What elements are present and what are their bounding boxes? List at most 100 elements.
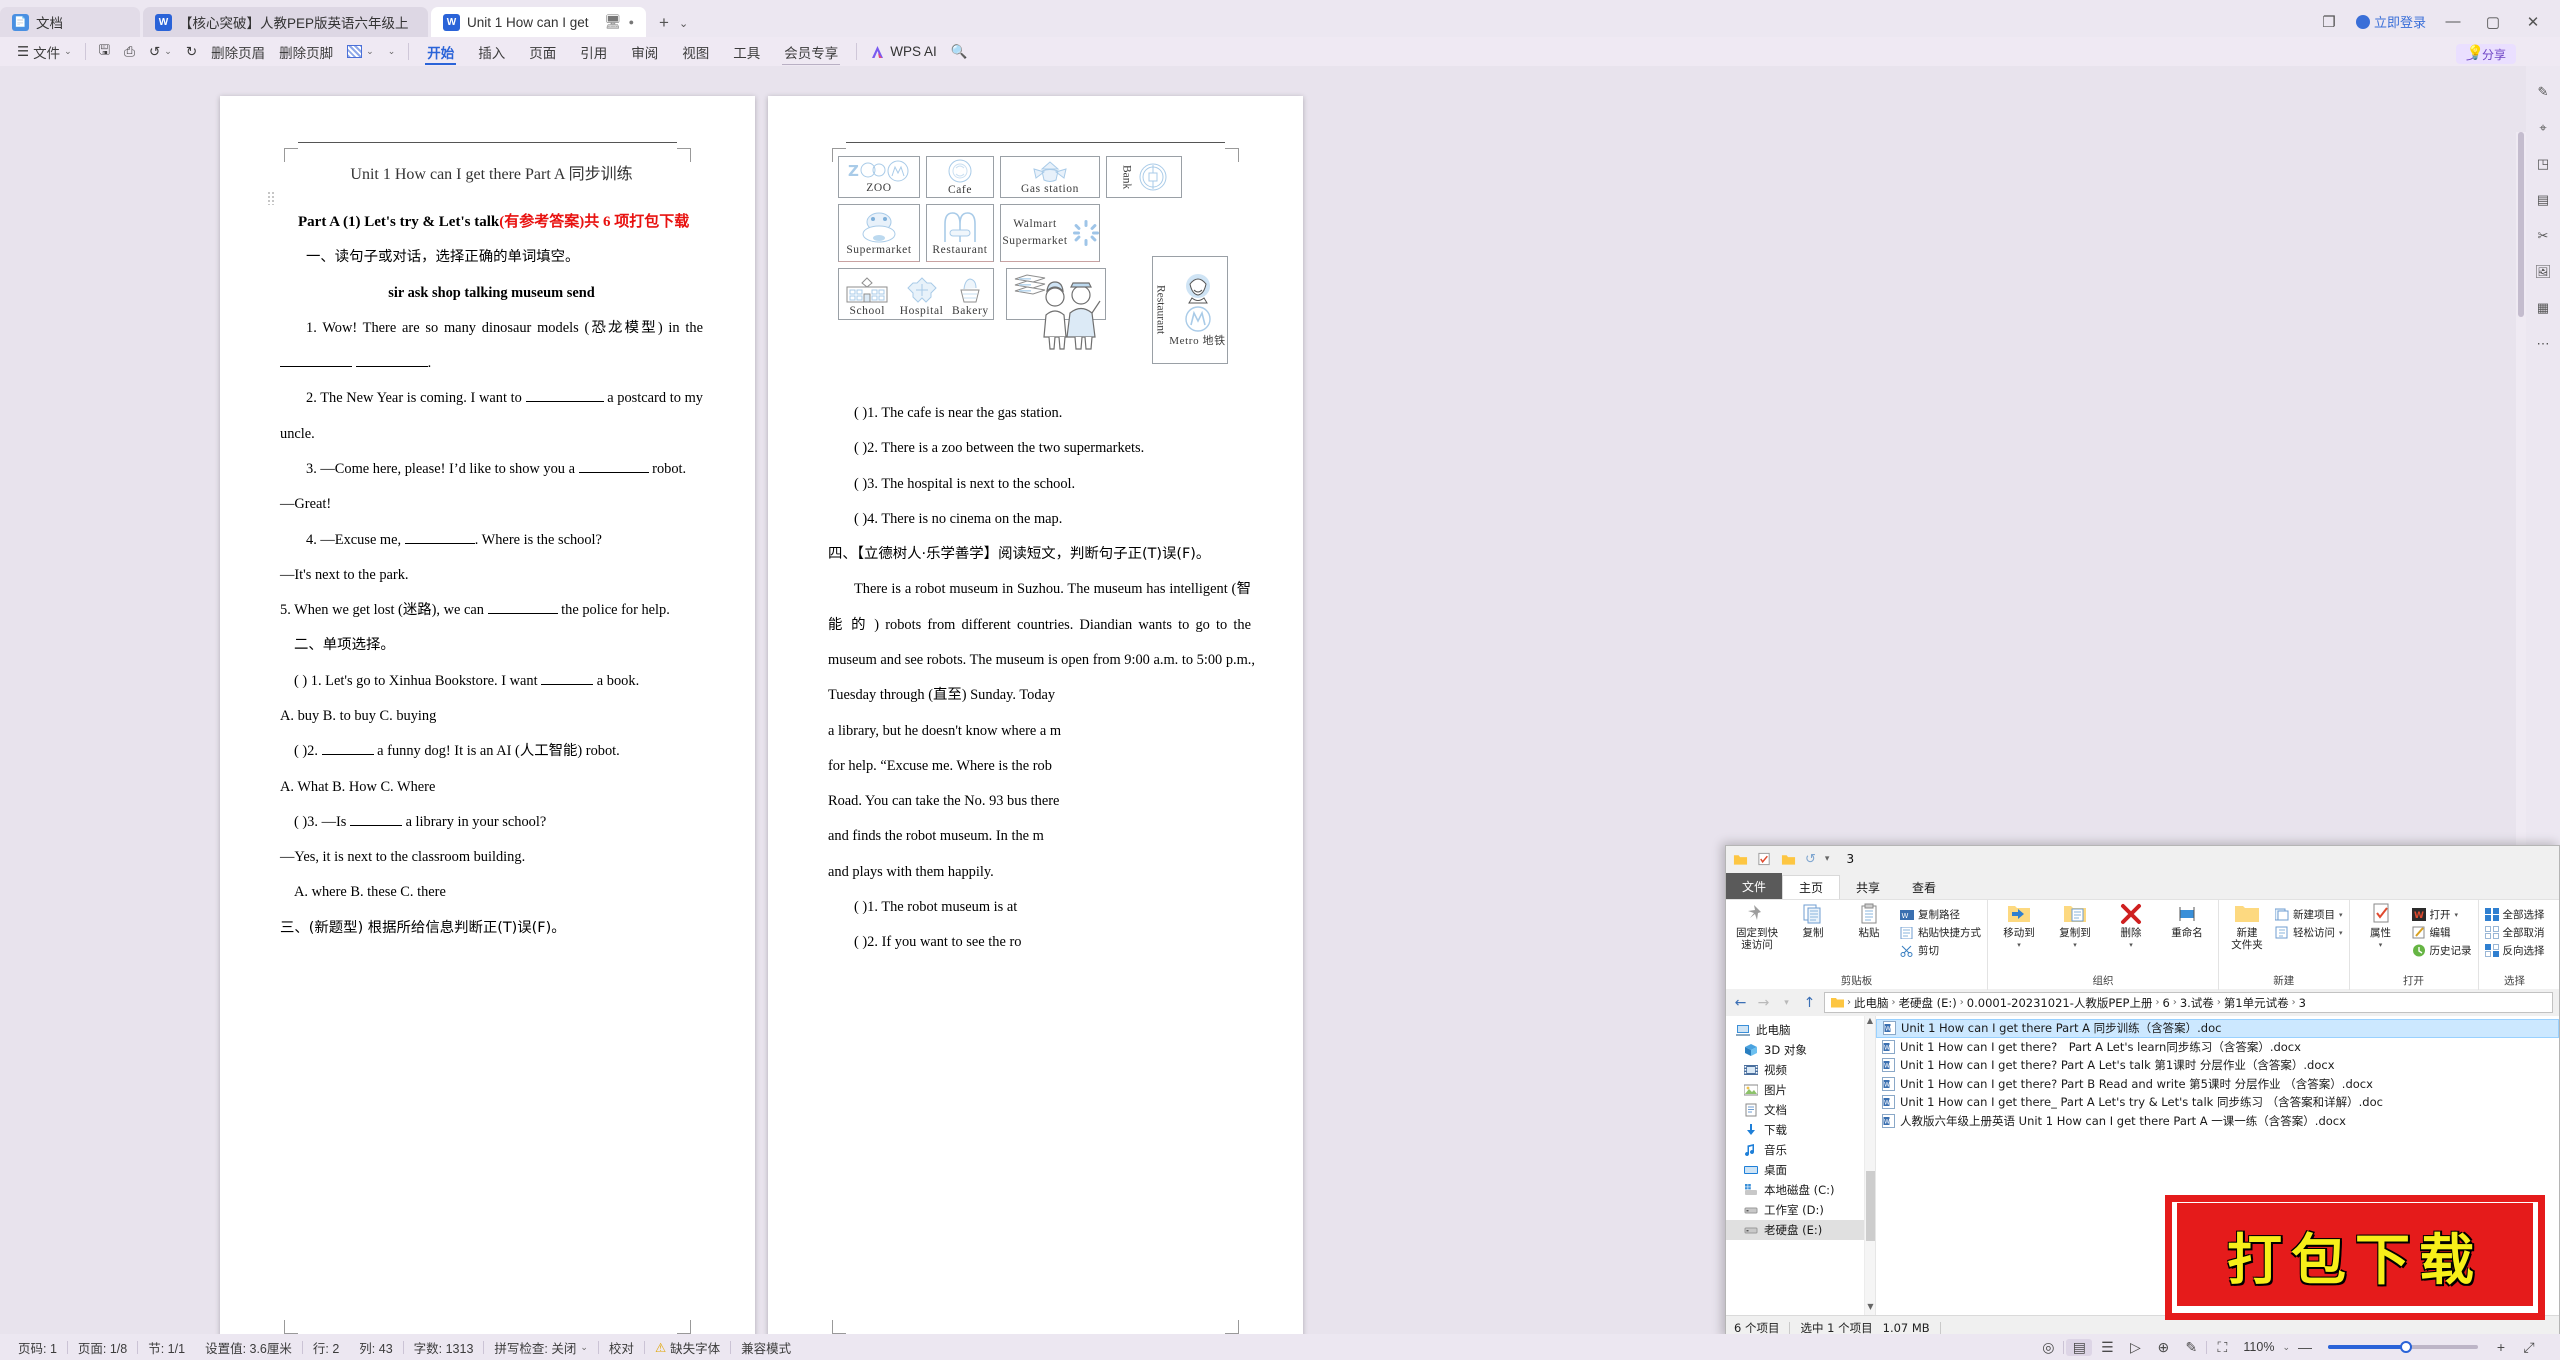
file-list-item[interactable]: W Unit 1 How can I get there? Part B Rea…: [1876, 1075, 2559, 1094]
document-page-left[interactable]: Unit 1 How can I get there Part A 同步训练 P…: [220, 96, 755, 1334]
select-all-button[interactable]: 全部选择: [2484, 907, 2545, 922]
breadcrumb-bar[interactable]: › 此电脑 › 老硬盘 (E:) › 0.0001-20231021-人教版PEP上册…: [1824, 992, 2553, 1013]
chevron-down-icon[interactable]: ▾: [2129, 941, 2133, 949]
nav-item-pictures[interactable]: 图片: [1726, 1080, 1875, 1100]
status-compat-mode[interactable]: 兼容模式: [731, 1338, 801, 1357]
new-tab-button[interactable]: +: [659, 13, 669, 33]
rename-button[interactable]: 重命名: [2162, 903, 2212, 939]
file-list-item[interactable]: W Unit 1 How can I get there_ Part A Let…: [1876, 1093, 2559, 1112]
scissors-icon[interactable]: ✂: [2538, 228, 2549, 244]
minimize-button[interactable]: —: [2440, 13, 2466, 30]
status-section[interactable]: 节: 1/1: [138, 1338, 195, 1357]
breadcrumb-item[interactable]: 第1单元试卷: [2224, 995, 2289, 1011]
explorer-nav-pane[interactable]: 此电脑 3D 对象 视频 图片 文档 下载 音乐 桌面 本地磁盘 (C:) 工作…: [1726, 1016, 1876, 1315]
search-button[interactable]: 🔍: [944, 40, 975, 64]
login-button[interactable]: 立即登录: [2355, 12, 2426, 31]
fullscreen-reading-icon[interactable]: ⛶: [2209, 1339, 2235, 1356]
invert-selection-button[interactable]: 反向选择: [2484, 943, 2545, 958]
delete-header-button[interactable]: 删除页眉: [204, 40, 272, 64]
new-folder-icon[interactable]: [1781, 852, 1796, 866]
properties-button[interactable]: 属性 ▾: [2356, 903, 2406, 949]
outline-view-icon[interactable]: ☰: [2094, 1339, 2120, 1356]
tab-documents-home[interactable]: 📄 文档: [0, 7, 140, 37]
table-icon[interactable]: ▦: [2537, 300, 2549, 316]
file-list-item[interactable]: W Unit 1 How can I get there? Part A Let…: [1876, 1056, 2559, 1075]
tab-list-dropdown[interactable]: ⌄: [679, 17, 688, 30]
eye-icon[interactable]: ◎: [2035, 1339, 2061, 1356]
edit-button[interactable]: 编辑: [2412, 925, 2472, 940]
page-view-icon[interactable]: ▤: [2066, 1338, 2093, 1356]
nav-item-this-pc[interactable]: 此电脑: [1726, 1020, 1875, 1040]
folder-icon[interactable]: [1733, 852, 1748, 866]
nav-item-disk-d[interactable]: 工作室 (D:): [1726, 1200, 1875, 1220]
file-list-item[interactable]: W Unit 1 How can I get there? Part A Let…: [1876, 1038, 2559, 1057]
tips-icon[interactable]: 💡: [2467, 44, 2484, 61]
nav-item-music[interactable]: 音乐: [1726, 1140, 1875, 1160]
status-missing-font[interactable]: ⚠ 缺失字体: [645, 1338, 730, 1357]
paragraph-drag-handle[interactable]: [267, 191, 276, 205]
nav-item-downloads[interactable]: 下载: [1726, 1120, 1875, 1140]
tab-view[interactable]: 视图: [670, 38, 721, 65]
zoom-level[interactable]: 110%: [2243, 1340, 2274, 1354]
chevron-down-icon[interactable]: ⌄: [2282, 1342, 2290, 1353]
nav-item-disk-e[interactable]: 老硬盘 (E:): [1726, 1220, 1875, 1240]
chevron-down-icon[interactable]: ▾: [2073, 941, 2077, 949]
scroll-up-icon[interactable]: ▲: [1865, 1016, 1875, 1029]
web-view-icon[interactable]: ⊕: [2150, 1339, 2176, 1356]
copy-button[interactable]: 复制: [1788, 903, 1838, 939]
share-button[interactable]: ⤴ 分享: [2455, 44, 2516, 64]
tab-tools[interactable]: 工具: [721, 38, 772, 65]
nav-item-videos[interactable]: 视频: [1726, 1060, 1875, 1080]
explorer-tab-home[interactable]: 主页: [1782, 875, 1841, 899]
paste-shortcut-button[interactable]: 粘贴快捷方式: [1900, 925, 1981, 940]
delete-button[interactable]: 删除 ▾: [2106, 903, 2156, 949]
document-page-right[interactable]: Z ZOO Cafe Gas station Bank Supermarket …: [768, 96, 1303, 1334]
tab-core-breakthrough[interactable]: W 【核心突破】人教PEP版英语六年级上: [143, 7, 428, 37]
present-icon[interactable]: ▷: [2122, 1339, 2148, 1356]
breadcrumb-item[interactable]: 6: [2163, 996, 2170, 1010]
status-word-count[interactable]: 字数: 1313: [404, 1338, 484, 1357]
chevron-down-icon[interactable]: ▾: [2339, 929, 2343, 937]
forward-button[interactable]: →: [1755, 995, 1772, 1011]
pen-edit-icon[interactable]: ✎: [2538, 84, 2549, 100]
tab-insert[interactable]: 插入: [466, 38, 517, 65]
wps-ai-button[interactable]: WPS AI: [863, 40, 944, 64]
cursor-select-icon[interactable]: ⌖: [2539, 120, 2546, 136]
undo-button[interactable]: ↺ ⌄: [142, 40, 179, 64]
nav-item-3d-objects[interactable]: 3D 对象: [1726, 1040, 1875, 1060]
chart-icon[interactable]: ▤: [2537, 192, 2549, 208]
scrollbar-thumb[interactable]: [1866, 1171, 1875, 1241]
nav-item-documents[interactable]: 文档: [1726, 1100, 1875, 1120]
move-to-button[interactable]: 移动到 ▾: [1994, 903, 2044, 949]
format-painter-button[interactable]: ⌄: [340, 40, 381, 64]
print-button[interactable]: ⎙: [117, 40, 142, 64]
open-button[interactable]: W 打开 ▾: [2411, 907, 2472, 922]
breadcrumb-item[interactable]: 3: [2299, 996, 2306, 1010]
tab-page[interactable]: 页面: [517, 38, 568, 65]
customize-caret-icon[interactable]: ▾: [1825, 854, 1830, 864]
save-button[interactable]: 🖫: [92, 40, 118, 64]
close-tab-icon[interactable]: ●: [629, 17, 634, 27]
monitor-icon[interactable]: 🖥: [604, 14, 621, 30]
zoom-in-button[interactable]: +: [2488, 1339, 2514, 1355]
select-none-button[interactable]: 全部取消: [2484, 925, 2545, 940]
paste-button[interactable]: 粘贴: [1844, 903, 1894, 939]
breadcrumb-item[interactable]: 老硬盘 (E:): [1899, 995, 1957, 1011]
tab-unit1-document[interactable]: W Unit 1 How can I get there 🖥 ●: [431, 7, 646, 37]
explorer-tab-view[interactable]: 查看: [1896, 875, 1952, 899]
maximize-button[interactable]: ▢: [2480, 13, 2506, 31]
redo-button[interactable]: ↻: [179, 40, 204, 64]
chevron-down-icon[interactable]: ▾: [2017, 941, 2021, 949]
recent-locations-button[interactable]: ▾: [1778, 998, 1795, 1008]
nav-item-desktop[interactable]: 桌面: [1726, 1160, 1875, 1180]
zoom-out-button[interactable]: —: [2292, 1339, 2318, 1355]
properties-icon[interactable]: [1757, 852, 1772, 866]
status-setting-value[interactable]: 设置值: 3.6厘米: [195, 1338, 302, 1357]
copy-path-button[interactable]: W 复制路径: [1900, 907, 1981, 922]
new-folder-button[interactable]: 新建 文件夹: [2225, 903, 2269, 951]
status-page-count[interactable]: 页面: 1/8: [68, 1338, 137, 1357]
file-list-item[interactable]: W 人教版六年级上册英语 Unit 1 How can I get there …: [1876, 1112, 2559, 1131]
image-icon[interactable]: 🖼: [2535, 264, 2552, 280]
chevron-down-icon[interactable]: ▾: [2339, 911, 2343, 919]
breadcrumb-item[interactable]: 0.0001-20231021-人教版PEP上册: [1967, 995, 2153, 1011]
